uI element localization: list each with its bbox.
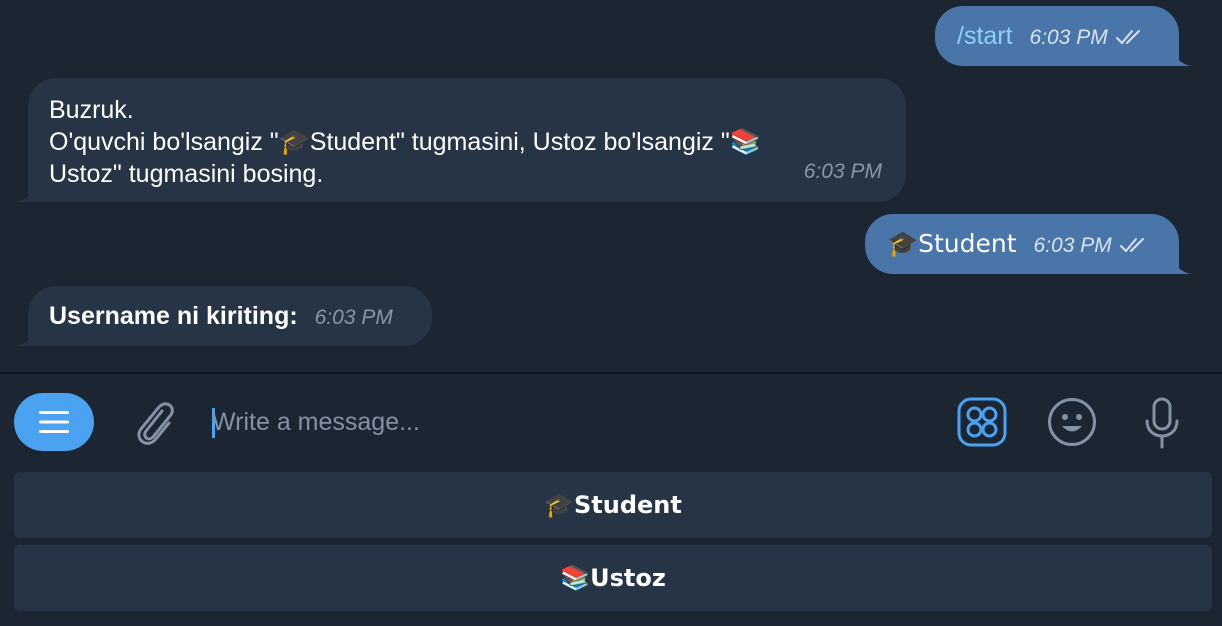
message-text[interactable]: 🎓Student bbox=[887, 229, 1017, 258]
message-input[interactable]: Write a message... bbox=[212, 400, 912, 444]
paperclip-icon bbox=[137, 402, 174, 445]
smiley-icon bbox=[1048, 398, 1096, 446]
message-bubble-outgoing[interactable]: /start 6:03 PM bbox=[935, 6, 1191, 66]
message-text[interactable]: /start bbox=[957, 22, 1013, 50]
bubble-tail bbox=[1171, 254, 1191, 274]
keyboard-button-ustoz[interactable]: 📚Ustoz bbox=[14, 545, 1212, 611]
message-composer: Write a message... bbox=[0, 374, 1222, 470]
message-bubble-outgoing[interactable]: 🎓Student 6:03 PM bbox=[865, 214, 1191, 274]
message-time: 6:03 PM bbox=[803, 160, 882, 183]
bot-keyboard-toggle-button[interactable] bbox=[956, 396, 1008, 448]
bubble-tail bbox=[16, 182, 36, 202]
attach-button[interactable] bbox=[128, 396, 182, 450]
microphone-icon bbox=[1145, 397, 1179, 449]
message-time: 6:03 PM bbox=[314, 306, 393, 329]
apps-grid-icon bbox=[957, 397, 1007, 447]
message-time: 6:03 PM bbox=[1029, 26, 1108, 49]
voice-message-button[interactable] bbox=[1140, 396, 1184, 450]
bubble-tail bbox=[16, 326, 36, 346]
keyboard-button-label: 📚Ustoz bbox=[560, 564, 666, 592]
message-text: Username ni kiriting: bbox=[49, 302, 298, 330]
bot-menu-button[interactable] bbox=[14, 393, 94, 451]
message-line: O'quvchi bo'lsangiz "🎓Student" tugmasini… bbox=[49, 128, 761, 156]
keyboard-button-student[interactable]: 🎓Student bbox=[14, 472, 1212, 538]
message-bubble-incoming[interactable]: Username ni kiriting: 6:03 PM bbox=[16, 286, 432, 346]
double-check-icon bbox=[1115, 30, 1140, 45]
message-line: Buzruk. bbox=[49, 96, 134, 124]
message-bubble-incoming[interactable]: Buzruk. O'quvchi bo'lsangiz "🎓Student" t… bbox=[16, 78, 906, 202]
bubble-tail bbox=[1171, 46, 1191, 66]
message-line: Ustoz" tugmasini bosing. bbox=[49, 160, 324, 188]
message-time: 6:03 PM bbox=[1033, 234, 1112, 257]
double-check-icon bbox=[1119, 238, 1144, 253]
chat-history: /start 6:03 PM Buzruk. O'quvchi bo'lsang… bbox=[0, 0, 1222, 372]
menu-icon bbox=[39, 411, 69, 433]
keyboard-button-label: 🎓Student bbox=[544, 491, 682, 519]
emoji-button[interactable] bbox=[1046, 396, 1098, 448]
